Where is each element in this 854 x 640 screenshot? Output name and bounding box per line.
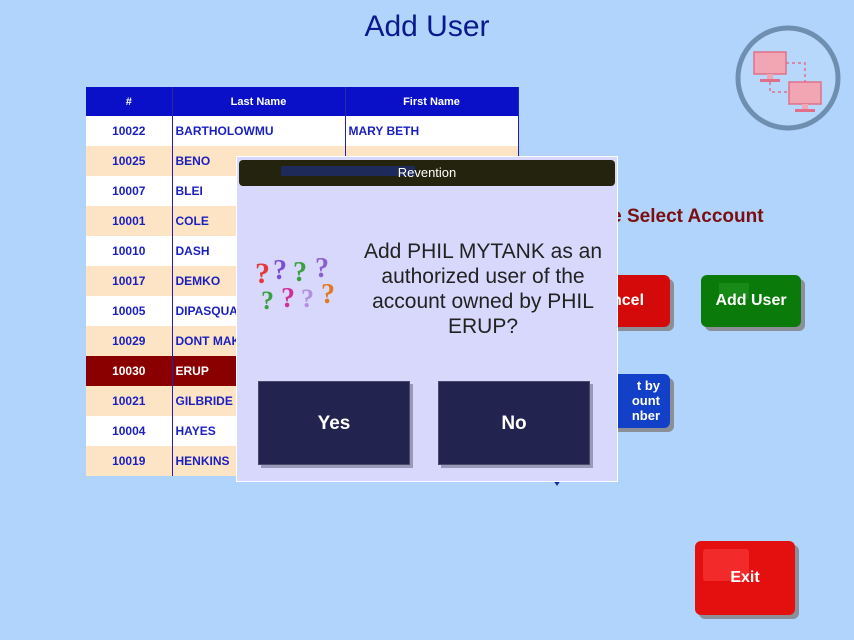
cell-last-name: BARTHOLOWMU bbox=[172, 116, 346, 146]
question-marks-icon: ? ? ? ? ? ? ? ? bbox=[255, 253, 335, 313]
cell-number: 10029 bbox=[86, 326, 173, 356]
cell-number: 10007 bbox=[86, 176, 173, 206]
svg-text:?: ? bbox=[261, 286, 274, 313]
page-title: Add User bbox=[364, 10, 490, 43]
svg-text:?: ? bbox=[273, 255, 287, 286]
table-header-row: # Last Name First Name bbox=[86, 87, 519, 116]
cell-number: 10004 bbox=[86, 416, 173, 446]
no-button[interactable]: No bbox=[438, 381, 590, 465]
svg-text:?: ? bbox=[301, 284, 314, 313]
confirm-dialog: Revention ? ? ? ? ? ? ? ? Add PHIL MYTAN… bbox=[236, 156, 618, 482]
network-computers-icon bbox=[735, 25, 841, 131]
yes-button[interactable]: Yes bbox=[258, 381, 410, 465]
table-row[interactable]: 10022 BARTHOLOWMU MARY BETH bbox=[86, 116, 519, 146]
exit-button[interactable]: Exit bbox=[695, 541, 795, 615]
column-header-number[interactable]: # bbox=[86, 87, 173, 116]
cell-number: 10017 bbox=[86, 266, 173, 296]
cell-number: 10001 bbox=[86, 206, 173, 236]
titlebar-block bbox=[281, 166, 415, 176]
dialog-title: Revention bbox=[397, 165, 457, 180]
exit-button-label: Exit bbox=[730, 569, 760, 586]
cell-number: 10021 bbox=[86, 386, 173, 416]
cell-first-name: MARY BETH bbox=[345, 116, 519, 146]
dialog-titlebar[interactable]: Revention bbox=[239, 160, 615, 186]
cell-number: 10030 bbox=[86, 356, 173, 386]
cell-number: 10022 bbox=[86, 116, 173, 146]
add-user-button[interactable]: Add User bbox=[701, 275, 801, 327]
cell-number: 10025 bbox=[86, 146, 173, 176]
add-user-button-label: Add User bbox=[715, 292, 787, 309]
svg-text:?: ? bbox=[281, 283, 295, 313]
svg-text:?: ? bbox=[321, 279, 335, 310]
cell-number: 10019 bbox=[86, 446, 173, 476]
cell-number: 10005 bbox=[86, 296, 173, 326]
column-header-first-name[interactable]: First Name bbox=[345, 87, 519, 116]
dialog-message: Add PHIL MYTANK as an authorized user of… bbox=[363, 240, 603, 338]
cell-number: 10010 bbox=[86, 236, 173, 266]
column-header-last-name[interactable]: Last Name bbox=[172, 87, 346, 116]
